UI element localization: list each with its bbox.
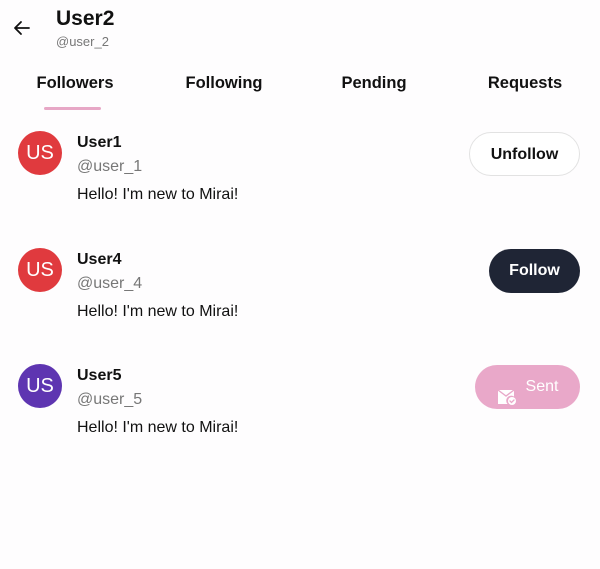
tab-pending[interactable]: Pending <box>299 66 449 100</box>
tab-following[interactable]: Following <box>149 66 299 100</box>
tab-followers[interactable]: Followers <box>0 66 150 100</box>
user-bio: Hello! I'm new to Mirai! <box>77 303 239 320</box>
active-tab-indicator <box>44 107 101 110</box>
sent-button-label: Sent <box>525 378 559 395</box>
follow-button[interactable]: Follow <box>489 249 580 293</box>
user-handle: @user_4 <box>77 275 143 292</box>
user-name[interactable]: User1 <box>77 134 121 152</box>
page-title: User2 <box>56 7 115 30</box>
avatar[interactable]: US <box>18 248 62 292</box>
user-name[interactable]: User5 <box>77 367 121 385</box>
user-handle: @user_5 <box>77 391 143 408</box>
list-item: US User5 @user_5 Hello! I'm new to Mirai… <box>0 349 600 465</box>
user-bio: Hello! I'm new to Mirai! <box>77 186 239 203</box>
user-bio: Hello! I'm new to Mirai! <box>77 419 239 436</box>
tab-requests[interactable]: Requests <box>450 66 600 100</box>
page-handle: @user_2 <box>56 34 109 49</box>
unfollow-button[interactable]: Unfollow <box>469 132 580 176</box>
user-name[interactable]: User4 <box>77 251 121 269</box>
avatar[interactable]: US <box>18 364 62 408</box>
mail-check-icon <box>497 379 517 405</box>
sent-request-button[interactable]: Sent <box>475 365 580 409</box>
header: User2 @user_2 <box>0 0 600 56</box>
back-arrow-icon[interactable] <box>10 16 34 40</box>
tab-bar: Followers Following Pending Requests <box>0 66 600 112</box>
list-item: US User1 @user_1 Hello! I'm new to Mirai… <box>0 116 600 232</box>
user-handle: @user_1 <box>77 158 143 175</box>
list-item: US User4 @user_4 Hello! I'm new to Mirai… <box>0 233 600 349</box>
avatar[interactable]: US <box>18 131 62 175</box>
